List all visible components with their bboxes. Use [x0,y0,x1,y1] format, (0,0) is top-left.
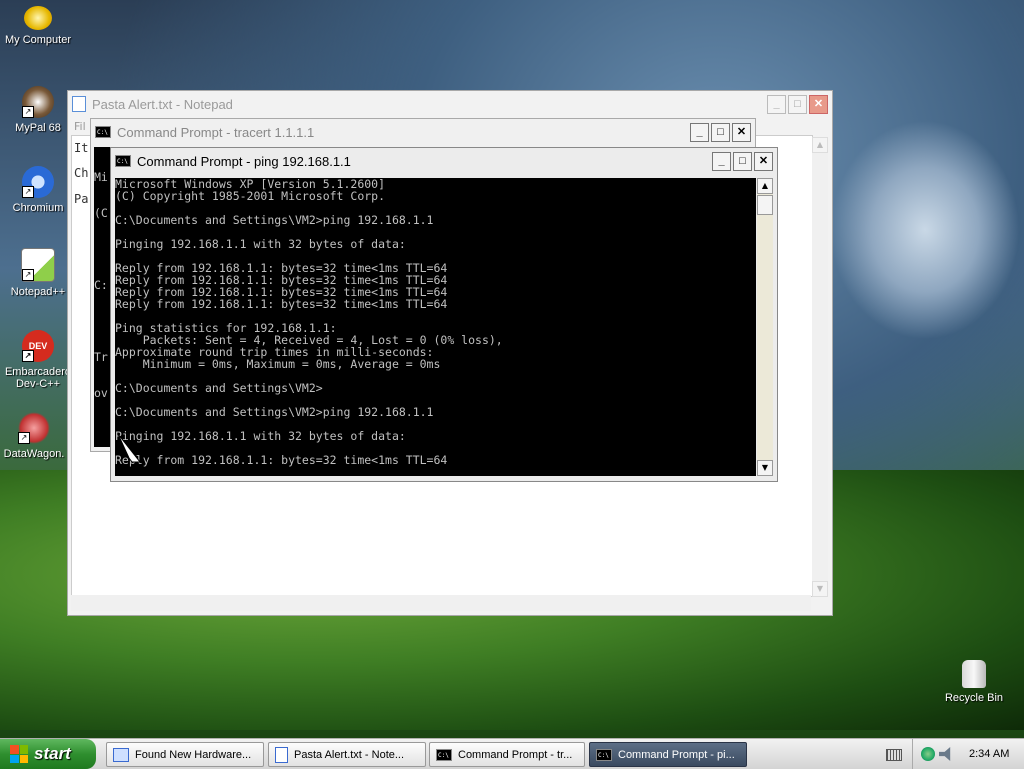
shortcut-arrow-icon: ↗ [22,269,34,281]
notepad-plus-plus-icon: ↗ [21,248,55,282]
console-line: Minimum = 0ms, Maximum = 0ms, Average = … [115,357,441,371]
close-button[interactable]: ✕ [754,151,773,171]
taskbar-item-label: Command Prompt - tr... [458,748,573,761]
scroll-thumb[interactable] [757,195,773,215]
minimize-button[interactable]: _ [767,94,786,114]
start-button[interactable]: start [0,739,96,769]
desktop-icon-label: DataWagon. [3,448,65,460]
cmd-icon: C:\ [115,155,131,167]
keyboard-icon[interactable] [886,749,902,761]
maximize-button[interactable]: □ [711,122,730,142]
start-label: start [34,744,71,763]
taskbar-item-cmd-ping[interactable]: C:\ Command Prompt - pi... [589,742,747,767]
cmd-icon: C:\ [596,748,612,761]
window-title: Pasta Alert.txt - Notepad [92,96,233,112]
volume-icon[interactable] [939,747,951,761]
shortcut-arrow-icon: ↗ [22,186,34,198]
desktop-icon-label: Embarcadero Dev-C++ [4,366,72,390]
taskbar-item-cmd-tracert[interactable]: C:\ Command Prompt - tr... [429,742,585,767]
console-line: Pinging 192.168.1.1 with 32 bytes of dat… [115,429,406,443]
taskbar-item-notepad[interactable]: Pasta Alert.txt - Note... [268,742,426,767]
desktop-icon-label: Notepad++ [10,286,66,298]
maximize-button[interactable]: □ [733,151,752,171]
clock[interactable]: 2:34 AM [969,748,1009,760]
close-button[interactable]: ✕ [732,122,751,142]
devcpp-icon: DEV ↗ [22,330,54,362]
scroll-down-button[interactable]: ▼ [757,460,773,476]
minimize-button[interactable]: _ [690,122,709,142]
sky-clouds [830,120,1020,340]
maximize-button[interactable]: □ [788,94,807,114]
datawagon-icon: ↗ [18,412,50,444]
console-line: (C) Copyright 1985-2001 Microsoft Corp. [115,189,386,203]
cmd-icon: C:\ [436,748,452,761]
notepad-icon [275,746,288,763]
mypal-icon: ↗ [22,86,54,118]
console-line: Pinging 192.168.1.1 with 32 bytes of dat… [115,237,406,251]
network-icon[interactable] [921,747,935,761]
desktop-icon-datawagon[interactable]: ↗ DataWagon. [0,412,72,460]
close-button[interactable]: ✕ [809,94,828,114]
ping-titlebar[interactable]: C:\ Command Prompt - ping 192.168.1.1 _ … [111,148,777,174]
console-line: C:\Documents and Settings\VM2>ping 192.1… [115,213,434,227]
desktop-icon-label: MyPal 68 [15,122,61,134]
cmd-icon: C:\ [95,126,111,138]
chromium-icon: ↗ [22,166,54,198]
desktop-icon-devcpp[interactable]: DEV ↗ Embarcadero Dev-C++ [0,330,76,390]
desktop-icon-chromium[interactable]: ↗ Chromium [0,166,76,214]
console-line: Reply from 192.168.1.1: bytes=32 time<1m… [115,453,448,467]
desktop-icon-mypal[interactable]: ↗ MyPal 68 [0,86,76,134]
notepad-titlebar[interactable]: Pasta Alert.txt - Notepad _ □ ✕ [68,91,832,117]
notepad-menu[interactable]: Fil [74,120,86,133]
window-title: Command Prompt - tracert 1.1.1.1 [117,124,315,140]
shortcut-arrow-icon: ↗ [22,350,34,362]
notepad-horizontal-scrollbar[interactable] [71,595,811,611]
ping-vertical-scrollbar[interactable]: ▲ ▼ [757,178,773,476]
taskbar: start Found New Hardware... Pasta Alert.… [0,738,1024,769]
notepad-text-line: Ch [74,166,89,180]
notepad-text-line: It [74,141,89,155]
minimize-button[interactable]: _ [712,151,731,171]
console-line: C:\Documents and Settings\VM2>ping 192.1… [115,405,434,419]
mouse-cursor-icon [117,433,142,463]
taskbar-item-label: Found New Hardware... [135,748,252,761]
taskbar-item-found-new-hardware[interactable]: Found New Hardware... [106,742,264,767]
notepad-vertical-scrollbar[interactable]: ▲ ▼ [812,137,828,597]
shortcut-arrow-icon: ↗ [18,432,30,444]
desktop-icon-label: My Computer [4,34,72,46]
desktop-icon-notepad-plus-plus[interactable]: ↗ Notepad++ [0,248,76,298]
taskbar-item-label: Pasta Alert.txt - Note... [294,748,405,761]
hardware-icon [113,747,129,762]
windows-flag-icon [10,745,28,763]
recycle-bin-icon [962,660,986,688]
console-line: Reply from 192.168.1.1: bytes=32 time<1m… [115,297,448,311]
scroll-up-button[interactable]: ▲ [812,137,828,153]
scroll-down-button[interactable]: ▼ [812,581,828,597]
notepad-icon [72,96,86,112]
window-title: Command Prompt - ping 192.168.1.1 [137,153,351,169]
my-computer-icon [24,6,52,30]
system-tray: 2:34 AM [912,739,1024,769]
taskbar-item-label: Command Prompt - pi... [618,748,735,761]
desktop-icon-label: Chromium [12,202,64,214]
shortcut-arrow-icon: ↗ [22,106,34,118]
console-line: C:\Documents and Settings\VM2> [115,381,323,395]
ping-console[interactable]: Microsoft Windows XP [Version 5.1.2600](… [115,178,756,476]
ping-window[interactable]: C:\ Command Prompt - ping 192.168.1.1 _ … [110,147,778,482]
scroll-up-button[interactable]: ▲ [757,178,773,194]
notepad-text-line: Pa [74,192,89,206]
desktop-icon-recycle-bin[interactable]: Recycle Bin [936,660,1012,704]
tracert-titlebar[interactable]: C:\ Command Prompt - tracert 1.1.1.1 _ □… [91,119,755,145]
desktop-icon-my-computer[interactable]: My Computer [0,6,76,46]
desktop-icon-label: Recycle Bin [944,692,1004,704]
